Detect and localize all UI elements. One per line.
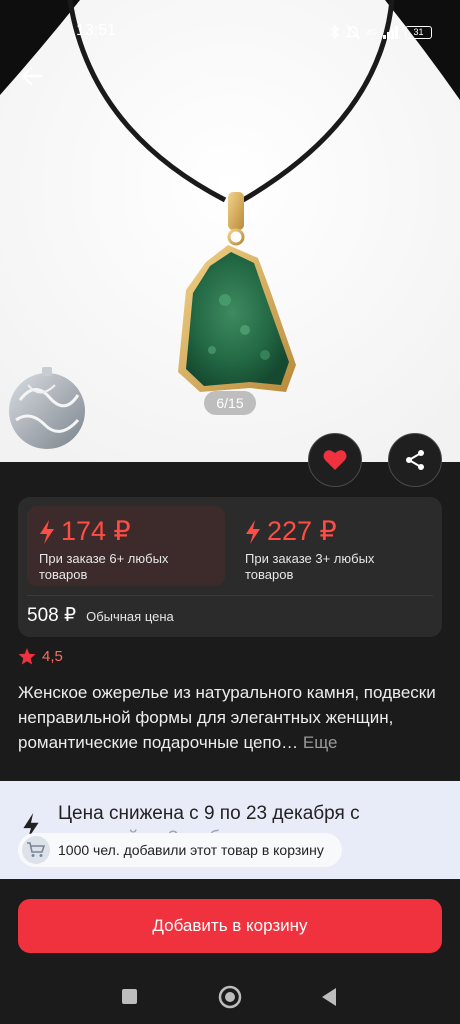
share-icon [406,450,424,470]
price-card: 174 ₽ При заказе 6+ любых товаров 227 ₽ … [18,497,442,637]
bulk-offer-3[interactable]: 227 ₽ При заказе 3+ любых товаров [233,506,431,586]
back-button[interactable] [16,60,48,92]
offer-condition: При заказе 3+ любых товаров [245,551,375,582]
offer-price: 227 ₽ [267,516,337,546]
basket-social-proof: 1000 чел. добавили этот товар в корзину [18,833,342,867]
offer-price-row: 174 ₽ [39,516,225,547]
product-title[interactable]: Женское ожерелье из натурального камня, … [18,680,444,755]
signal-icon [383,26,398,39]
heart-icon [323,450,347,470]
divider [27,595,433,596]
show-more-link[interactable]: Еще [303,733,338,752]
regular-price-label: Обычная цена [86,609,174,624]
offer-price-row: 227 ₽ [245,516,431,547]
lightning-icon [246,519,260,544]
cart-icon [27,842,45,857]
network-type: 4G [366,27,377,37]
image-counter: 6/15 [204,391,256,415]
promo-text-main: Цена снижена с 9 по 23 декабря с [58,803,360,824]
battery-icon: 31 [405,25,432,39]
status-time: 13:51 [76,22,117,39]
status-icons: 4G 31 [330,23,432,41]
bluetooth-icon [330,24,340,40]
lightning-icon [40,519,54,544]
product-gallery[interactable]: 13:51 4G 31 6/15 [0,0,460,462]
offer-price: 174 ₽ [61,516,131,546]
offer-condition: При заказе 6+ любых товаров [39,551,169,582]
bulk-offer-6[interactable]: 174 ₽ При заказе 6+ любых товаров [27,506,225,586]
status-bar: 13:51 4G 31 [0,0,460,62]
home-icon [218,985,242,1009]
bell-off-icon [346,24,361,40]
regular-price-row: 508 ₽ Обычная цена [27,604,174,627]
star-icon [18,648,36,665]
system-nav-bar [122,985,336,1009]
bottom-bar: Добавить в корзину [0,879,460,1024]
arrow-left-icon [21,66,44,86]
share-button[interactable] [388,433,442,487]
regular-price: 508 ₽ [27,605,77,626]
battery-level: 31 [413,27,424,37]
favorite-button[interactable] [308,433,362,487]
rating[interactable]: 4,5 [18,648,63,665]
recents-icon [122,989,137,1004]
product-title-text: Женское ожерелье из натурального камня, … [18,683,436,752]
rating-value: 4,5 [42,648,63,665]
add-to-cart-button[interactable]: Добавить в корзину [18,899,442,953]
basket-note: 1000 чел. добавили этот товар в корзину [58,842,324,858]
back-nav-icon [322,988,336,1006]
cart-badge [22,836,50,864]
